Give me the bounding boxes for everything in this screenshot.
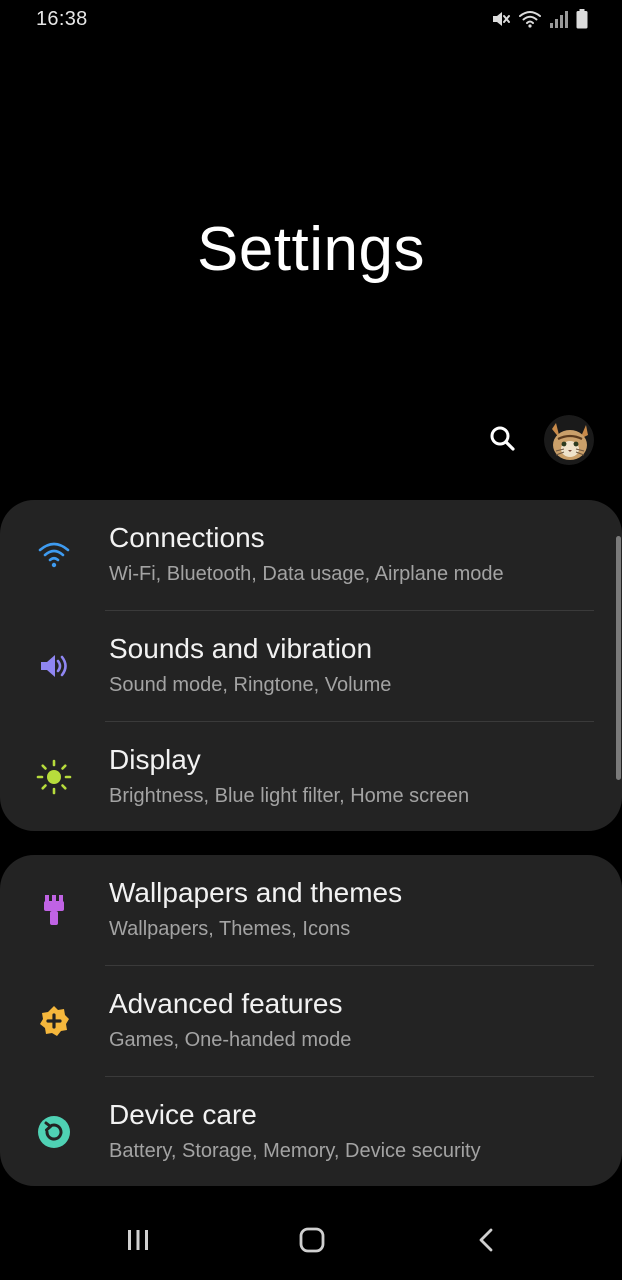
scrollbar[interactable] [616, 536, 621, 780]
mute-icon [491, 9, 511, 29]
status-time: 16:38 [36, 8, 88, 30]
gear-plus-icon [34, 1001, 74, 1041]
search-icon [488, 424, 516, 457]
settings-item-label: Advanced features [109, 988, 343, 1019]
search-button[interactable] [484, 422, 520, 458]
settings-item-subtitle: Battery, Storage, Memory, Device securit… [109, 1140, 481, 1162]
settings-item-device-care[interactable]: Device care Battery, Storage, Memory, De… [0, 1077, 622, 1187]
battery-icon [576, 9, 588, 29]
profile-avatar[interactable] [544, 415, 594, 465]
settings-item-label: Wallpapers and themes [109, 877, 403, 908]
settings-item-advanced-features[interactable]: Advanced features Games, One-handed mode [0, 966, 622, 1076]
home-button[interactable] [290, 1224, 334, 1260]
refresh-icon [34, 1112, 74, 1152]
settings-item-subtitle: Wi-Fi, Bluetooth, Data usage, Airplane m… [109, 563, 504, 585]
settings-item-display[interactable]: Display Brightness, Blue light filter, H… [0, 722, 622, 832]
recents-icon [125, 1228, 151, 1257]
settings-item-subtitle: Sound mode, Ringtone, Volume [109, 674, 392, 696]
settings-group-1: Connections Wi-Fi, Bluetooth, Data usage… [0, 500, 622, 831]
settings-item-label: Display [109, 744, 201, 775]
paintbrush-icon [34, 890, 74, 930]
settings-screen: 16:38 Settings Connections Wi-Fi, Blueto… [0, 0, 622, 1280]
settings-item-wallpapers-and-themes[interactable]: Wallpapers and themes Wallpapers, Themes… [0, 855, 622, 965]
navigation-bar [0, 1206, 622, 1280]
settings-item-connections[interactable]: Connections Wi-Fi, Bluetooth, Data usage… [0, 500, 622, 610]
brightness-icon [34, 757, 74, 797]
status-icons [491, 8, 588, 30]
settings-group-2: Wallpapers and themes Wallpapers, Themes… [0, 855, 622, 1186]
wifi-icon [518, 9, 542, 29]
recents-button[interactable] [116, 1224, 160, 1260]
back-button[interactable] [464, 1224, 508, 1260]
speaker-icon [34, 646, 74, 686]
page-title: Settings [196, 215, 426, 284]
settings-item-label: Sounds and vibration [109, 633, 373, 664]
settings-item-subtitle: Games, One-handed mode [109, 1029, 352, 1051]
settings-item-sounds-and-vibration[interactable]: Sounds and vibration Sound mode, Rington… [0, 611, 622, 721]
settings-item-label: Device care [109, 1099, 257, 1130]
settings-item-label: Connections [109, 522, 265, 553]
settings-item-subtitle: Wallpapers, Themes, Icons [109, 918, 351, 940]
wifi-icon [34, 535, 74, 575]
settings-item-subtitle: Brightness, Blue light filter, Home scre… [109, 785, 470, 807]
signal-icon [549, 9, 569, 29]
back-icon [475, 1227, 497, 1258]
status-bar: 16:38 [0, 0, 622, 40]
home-icon [298, 1226, 326, 1259]
